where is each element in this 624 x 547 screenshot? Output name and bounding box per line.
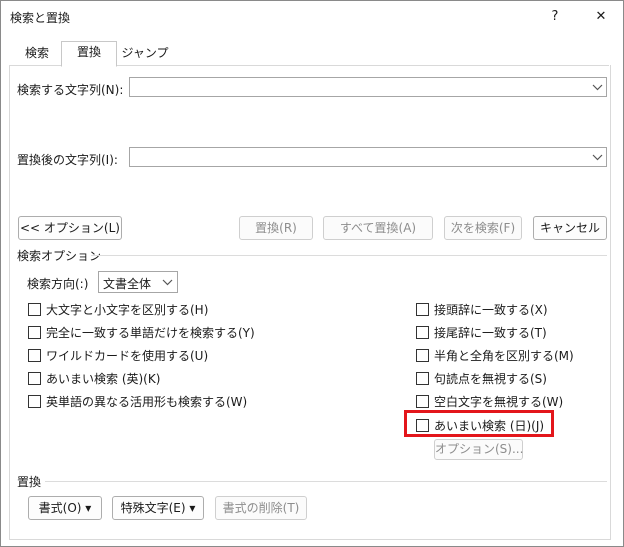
replace-all-button[interactable]: すべて置換(A) [323, 216, 433, 240]
checkbox-label: あいまい検索 (英)(K) [46, 372, 161, 386]
checkbox-label: 接尾辞に一致する(T) [434, 326, 547, 340]
width-checkbox[interactable]: 半角と全角を区別する(M) [416, 347, 574, 364]
match-case-checkbox[interactable]: 大文字と小文字を区別する(H) [28, 301, 208, 318]
direction-value: 文書全体 [103, 277, 152, 291]
checkbox-box[interactable] [28, 326, 41, 339]
checkbox-label: ワイルドカードを使用する(U) [46, 349, 209, 363]
checkbox-label: 完全に一致する単語だけを検索する(Y) [46, 326, 255, 340]
ignore-punctuation-checkbox[interactable]: 句読点を無視する(S) [416, 370, 547, 387]
replace-label: 置換後の文字列(I): [17, 153, 118, 167]
title-bar: 検索と置換 ? ✕ [1, 1, 623, 34]
find-next-button[interactable]: 次を検索(F) [444, 216, 522, 240]
checkbox-box[interactable] [416, 372, 429, 385]
checkbox-label: 半角と全角を区別する(M) [434, 349, 574, 363]
direction-label: 検索方向(:) [27, 277, 89, 291]
checkbox-label: 句読点を無視する(S) [434, 372, 547, 386]
find-label: 検索する文字列(N): [17, 83, 124, 97]
whole-word-checkbox[interactable]: 完全に一致する単語だけを検索する(Y) [28, 324, 255, 341]
dialog-title: 検索と置換 [10, 11, 71, 25]
word-forms-checkbox[interactable]: 英単語の異なる活用形も検索する(W) [28, 393, 247, 410]
suffix-checkbox[interactable]: 接尾辞に一致する(T) [416, 324, 547, 341]
fuzzy-en-checkbox[interactable]: あいまい検索 (英)(K) [28, 370, 160, 387]
wildcard-checkbox[interactable]: ワイルドカードを使用する(U) [28, 347, 208, 364]
chevron-down-icon[interactable] [589, 78, 606, 96]
format-button[interactable]: 書式(O) ▾ [28, 496, 102, 520]
checkbox-box[interactable] [28, 372, 41, 385]
tab-replace[interactable]: 置換 [61, 41, 117, 67]
checkbox-box[interactable] [416, 395, 429, 408]
checkbox-label: 大文字と小文字を区別する(H) [46, 303, 209, 317]
tab-find[interactable]: 検索 [17, 43, 57, 65]
checkbox-label: 空白文字を無視する(W) [434, 395, 564, 409]
find-replace-dialog: 検索と置換 ? ✕ 検索 置換 ジャンプ 検索する文字列(N): 置換後の文字列… [0, 0, 624, 547]
chevron-down-icon[interactable] [589, 148, 606, 166]
direction-select[interactable]: 文書全体 [98, 271, 178, 293]
replace-section-heading: 置換 [17, 475, 42, 489]
checkbox-label: 接頭辞に一致する(X) [434, 303, 548, 317]
clear-format-button[interactable]: 書式の削除(T) [215, 496, 307, 520]
replace-combo[interactable] [129, 147, 607, 167]
tab-goto[interactable]: ジャンプ [118, 43, 172, 65]
options-toggle-button[interactable]: << オプション(L) [18, 216, 122, 240]
checkbox-box[interactable] [416, 326, 429, 339]
prefix-checkbox[interactable]: 接頭辞に一致する(X) [416, 301, 548, 318]
find-combo[interactable] [129, 77, 607, 97]
highlight-box [404, 410, 554, 437]
divider [91, 255, 607, 256]
checkbox-box[interactable] [416, 303, 429, 316]
special-button[interactable]: 特殊文字(E) ▾ [112, 496, 204, 520]
fuzzy-options-button[interactable]: オプション(S)... [434, 439, 523, 460]
help-button[interactable]: ? [542, 6, 568, 28]
replace-button[interactable]: 置換(R) [239, 216, 313, 240]
ignore-whitespace-checkbox[interactable]: 空白文字を無視する(W) [416, 393, 563, 410]
chevron-down-icon[interactable] [159, 273, 176, 291]
cancel-button[interactable]: キャンセル [533, 216, 607, 240]
checkbox-box[interactable] [28, 395, 41, 408]
checkbox-box[interactable] [416, 349, 429, 362]
checkbox-box[interactable] [28, 303, 41, 316]
checkbox-label: 英単語の異なる活用形も検索する(W) [46, 395, 248, 409]
search-options-heading: 検索オプション [17, 249, 102, 263]
checkbox-box[interactable] [28, 349, 41, 362]
close-button[interactable]: ✕ [588, 6, 614, 28]
divider [45, 481, 607, 482]
